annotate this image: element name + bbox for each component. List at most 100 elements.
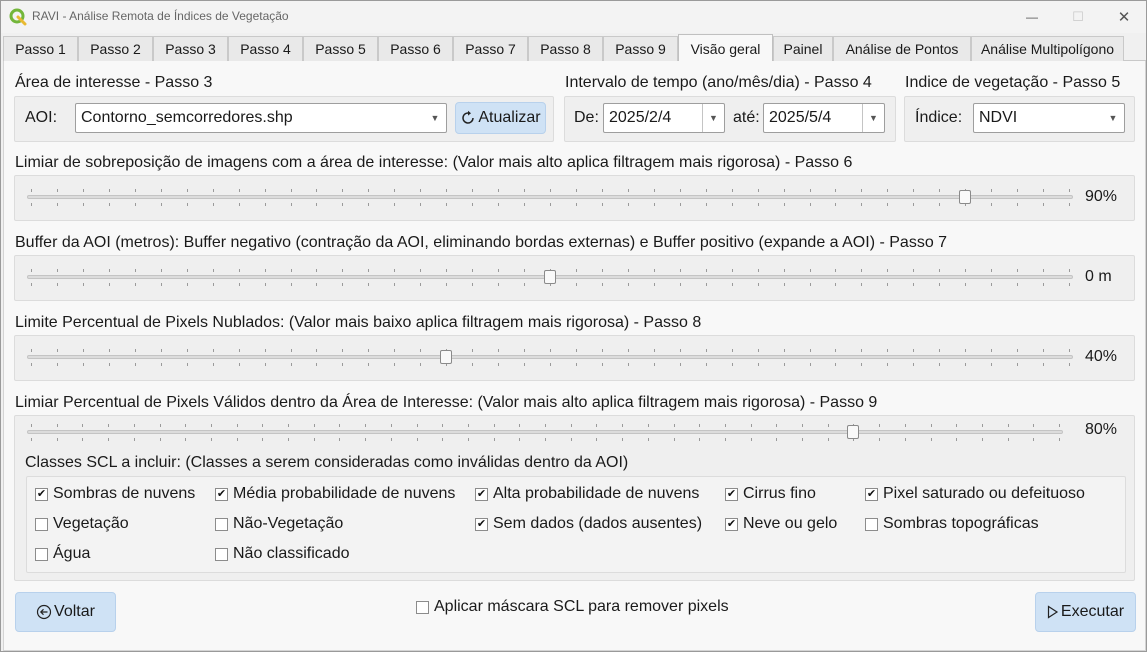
from-date-input[interactable]: 2025/2/4 ▼ [603,103,725,133]
valid-slider[interactable] [27,424,1063,442]
title-bar: RAVI - Análise Remota de Índices de Vege… [1,1,1146,33]
slider-handle[interactable] [544,270,556,284]
refresh-icon [462,110,475,124]
tab-analise-multipoligono[interactable]: Análise Multipolígono [971,36,1124,61]
cloud-slider-group: 40% [14,335,1135,381]
to-date-input[interactable]: 2025/5/4 ▼ [763,103,885,133]
check-icon: ✔ [726,488,737,500]
overview-panel: Área de interesse - Passo 3 AOI: Contorn… [3,61,1146,651]
aoi-select-value: Contorno_semcorredores.shp [81,109,293,126]
scl-checkbox[interactable] [865,518,878,531]
scl-checkbox[interactable] [215,518,228,531]
valid-scl-group: 80% Classes SCL a incluir: (Classes a se… [14,415,1135,581]
interval-group: De: 2025/2/4 ▼ até: 2025/5/4 ▼ [564,96,896,142]
to-date-value: 2025/5/4 [769,109,832,126]
back-button[interactable]: Voltar [15,592,116,632]
close-icon: ✕ [1117,9,1131,26]
scl-checkbox[interactable] [35,518,48,531]
scl-checkbox-label: Não classificado [233,545,350,562]
tab-passo-3[interactable]: Passo 3 [153,36,228,61]
aoi-select[interactable]: Contorno_semcorredores.shp ▼ [75,103,447,133]
chevron-down-icon: ▼ [430,113,440,123]
aoi-group: AOI: Contorno_semcorredores.shp ▼ Atuali… [14,96,554,142]
tab-passo-1[interactable]: Passo 1 [3,36,78,61]
back-button-label: Voltar [54,603,95,620]
maximize-icon: ☐ [1072,9,1084,24]
qgis-icon [9,8,27,26]
check-icon: ✔ [216,488,227,500]
refresh-button[interactable]: Atualizar [455,102,546,134]
buffer-slider-group: 0 m [14,255,1135,301]
run-button-label: Executar [1060,603,1125,620]
mask-checkbox[interactable] [416,601,429,614]
slider-handle[interactable] [959,190,971,204]
slider-ticks [31,189,1070,206]
slider-ticks [31,424,1060,441]
overlap-slider-label: Limiar de sobreposição de imagens com a … [15,154,853,171]
scl-checkbox-label: Água [53,545,91,562]
overlap-slider[interactable] [27,189,1073,207]
minimize-button[interactable]: — [1009,1,1055,33]
app-window: RAVI - Análise Remota de Índices de Vege… [0,0,1147,652]
buffer-slider-label: Buffer da AOI (metros): Buffer negativo … [15,234,948,251]
scl-checkbox-label: Sem dados (dados ausentes) [493,515,703,532]
interval-section-label: Intervalo de tempo (ano/mês/dia) - Passo… [565,74,872,91]
tab-visao-geral[interactable]: Visão geral [678,34,773,62]
maximize-button[interactable]: ☐ [1055,1,1101,33]
slider-ticks [31,349,1070,366]
tab-analise-pontos[interactable]: Análise de Pontos [833,36,971,61]
tab-passo-2[interactable]: Passo 2 [78,36,153,61]
scl-checkbox-label: Alta probabilidade de nuvens [493,485,700,502]
tab-painel[interactable]: Painel [773,36,833,61]
mask-checkbox-label: Aplicar máscara SCL para remover pixels [434,598,729,615]
close-button[interactable]: ✕ [1101,1,1147,33]
valid-slider-label: Limiar Percentual de Pixels Válidos dent… [15,394,878,411]
cloud-slider-label: Limite Percentual de Pixels Nublados: (V… [15,314,702,331]
tab-bar: Passo 1 Passo 2 Passo 3 Passo 4 Passo 5 … [3,34,1146,62]
tab-passo-5[interactable]: Passo 5 [303,36,378,61]
cloud-slider[interactable] [27,349,1073,367]
check-icon: ✔ [476,518,487,530]
aoi-field-label: AOI: [25,109,58,126]
window-title: RAVI - Análise Remota de Índices de Vege… [32,9,289,23]
scl-checkbox[interactable]: ✔ [215,488,228,501]
slider-handle[interactable] [440,350,452,364]
index-section-label: Indice de vegetação - Passo 5 [905,74,1121,91]
from-date-value: 2025/2/4 [609,109,672,126]
scl-checkbox[interactable] [215,548,228,561]
overlap-slider-group: 90% [14,175,1135,221]
scl-checkbox[interactable]: ✔ [475,518,488,531]
aoi-section-label: Área de interesse - Passo 3 [15,74,213,91]
from-label: De: [574,109,599,126]
chevron-down-icon: ▼ [1108,113,1118,123]
scl-checkbox[interactable]: ✔ [865,488,878,501]
scl-checkbox-label: Sombras de nuvens [53,485,196,502]
tab-passo-6[interactable]: Passo 6 [378,36,453,61]
scl-checkbox[interactable]: ✔ [35,488,48,501]
cloud-slider-value: 40% [1085,348,1118,365]
tab-passo-4[interactable]: Passo 4 [228,36,303,61]
to-label: até: [733,109,760,126]
scl-checkbox[interactable]: ✔ [475,488,488,501]
chevron-down-icon: ▼ [862,104,884,132]
scl-checkbox-label: Não-Vegetação [233,515,344,532]
check-icon: ✔ [866,488,877,500]
run-button[interactable]: Executar [1035,592,1136,632]
scl-checkbox-label: Pixel saturado ou defeituoso [883,485,1085,502]
overlap-slider-value: 90% [1085,188,1118,205]
tab-passo-7[interactable]: Passo 7 [453,36,528,61]
tab-passo-9[interactable]: Passo 9 [603,36,678,61]
back-arrow-icon [36,604,52,620]
check-icon: ✔ [726,518,737,530]
scl-checkbox[interactable]: ✔ [725,488,738,501]
scl-checkbox-label: Vegetação [53,515,129,532]
scl-checkbox[interactable]: ✔ [725,518,738,531]
chevron-down-icon: ▼ [702,104,724,132]
scl-checkbox[interactable] [35,548,48,561]
slider-handle[interactable] [847,425,859,439]
tab-passo-8[interactable]: Passo 8 [528,36,603,61]
index-select[interactable]: NDVI ▼ [973,103,1125,133]
scl-checkbox-label: Média probabilidade de nuvens [233,485,456,502]
minimize-icon: — [1026,10,1038,24]
buffer-slider[interactable] [27,269,1073,287]
